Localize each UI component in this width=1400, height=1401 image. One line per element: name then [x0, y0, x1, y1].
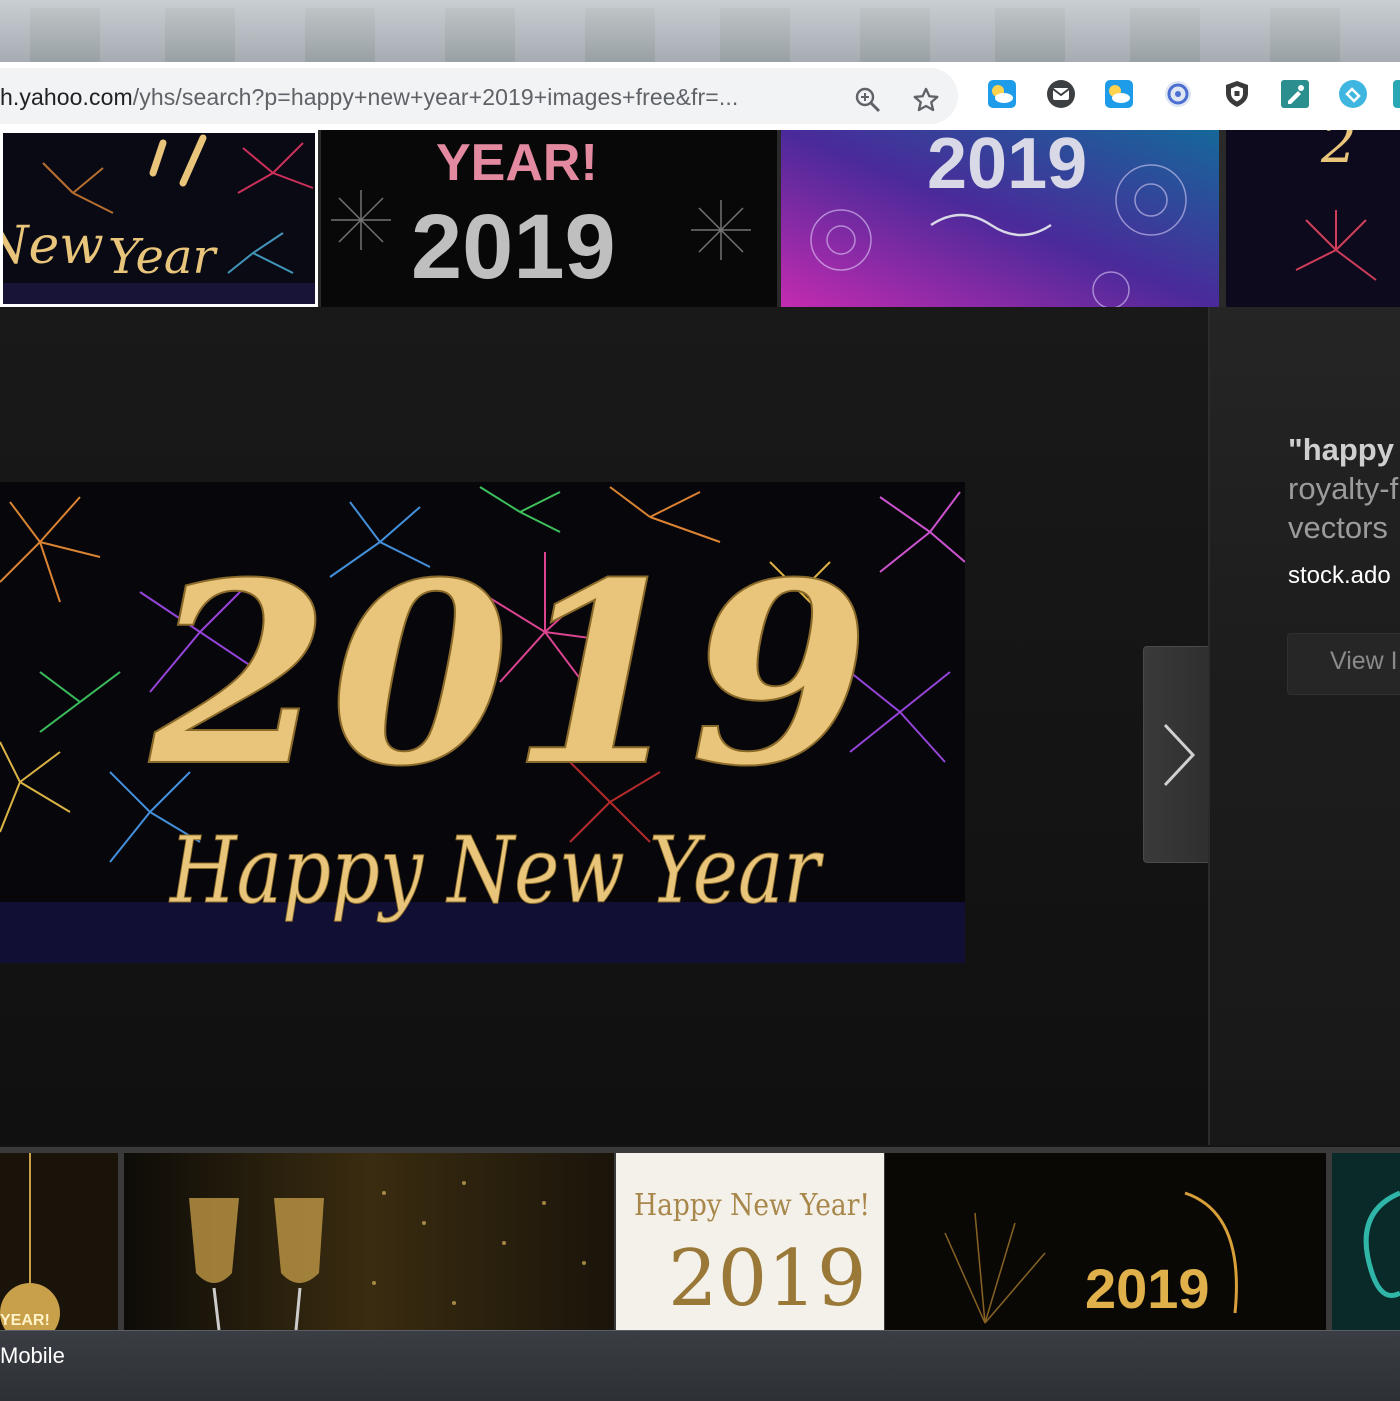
result-source[interactable]: stock.ado — [1288, 562, 1391, 590]
address-bar[interactable]: h.yahoo.com/yhs/search?p=happy+new+year+… — [0, 68, 958, 124]
top-thumbnail-strip: New Year YEAR! 2019 2019 — [0, 130, 1400, 307]
thumbnail-text: 2019 — [1085, 1257, 1210, 1320]
thumbnail[interactable] — [1332, 1153, 1400, 1330]
thumbnail-text: Year — [108, 229, 219, 285]
result-title[interactable]: "happy royalty-f vectors — [1288, 430, 1400, 547]
mail-extension-icon[interactable] — [1046, 79, 1076, 109]
browser-toolbar: h.yahoo.com/yhs/search?p=happy+new+year+… — [0, 62, 1400, 131]
desktop-background — [0, 0, 1400, 62]
thumbnail[interactable]: 2019 — [885, 1153, 1326, 1330]
thumbnail[interactable]: YEAR! 2019 — [321, 130, 777, 307]
thumbnail-text: 2019 — [411, 196, 616, 298]
thumbnail-text: YEAR! — [436, 134, 598, 192]
thumbnail-text: Happy New Year! — [634, 1188, 870, 1223]
view-image-button-label: View I — [1330, 647, 1398, 675]
thumbnail-text: 2 — [1320, 130, 1357, 176]
thumbnail-text: New — [3, 216, 104, 276]
eyedropper-extension-icon[interactable] — [1280, 79, 1310, 109]
thumbnail[interactable] — [124, 1153, 614, 1330]
thumbnail-text: 2019 — [927, 130, 1087, 204]
url-host: h.yahoo.com — [0, 84, 133, 110]
tab-extension-icon[interactable] — [1338, 79, 1368, 109]
view-image-button[interactable]: View I — [1287, 633, 1400, 695]
main-image[interactable]: 2019 Happy New Year — [0, 482, 965, 963]
more-extension-icon[interactable] — [1392, 79, 1400, 109]
thumbnail-text: 2019 — [668, 1234, 867, 1324]
thumbnail-text: YEAR! — [0, 1312, 50, 1329]
star-icon[interactable] — [910, 84, 942, 116]
address-bar-url[interactable]: h.yahoo.com/yhs/search?p=happy+new+year+… — [0, 84, 738, 111]
result-title-line: vectors — [1288, 510, 1388, 545]
next-image-button[interactable] — [1143, 646, 1217, 863]
weather-extension-icon[interactable] — [987, 79, 1017, 109]
speedtest-extension-icon[interactable] — [1163, 79, 1193, 109]
bottom-thumbnail-strip: YEAR! Happy New Year! 2019 2019 — [0, 1147, 1400, 1330]
thumbnail[interactable]: 2 — [1226, 130, 1400, 307]
chevron-right-icon — [1163, 723, 1196, 786]
shield-extension-icon[interactable] — [1222, 79, 1252, 109]
main-image-year: 2019 — [148, 527, 870, 821]
taskbar: Mobile — [0, 1330, 1400, 1401]
thumbnail[interactable]: Happy New Year! 2019 — [616, 1153, 884, 1330]
thumbnail-selected[interactable]: New Year — [0, 130, 318, 307]
result-title-line: royalty-f — [1288, 471, 1399, 506]
main-image-caption: Happy New Year — [168, 817, 824, 924]
weather-extension-icon[interactable] — [1104, 79, 1134, 109]
url-path: /yhs/search?p=happy+new+year+2019+images… — [132, 84, 739, 110]
result-title-line: "happy — [1288, 432, 1394, 467]
thumbnail[interactable]: YEAR! — [0, 1153, 118, 1330]
zoom-in-icon[interactable] — [852, 84, 884, 116]
thumbnail[interactable]: 2019 — [781, 130, 1219, 307]
taskbar-item-label[interactable]: Mobile — [0, 1343, 65, 1369]
